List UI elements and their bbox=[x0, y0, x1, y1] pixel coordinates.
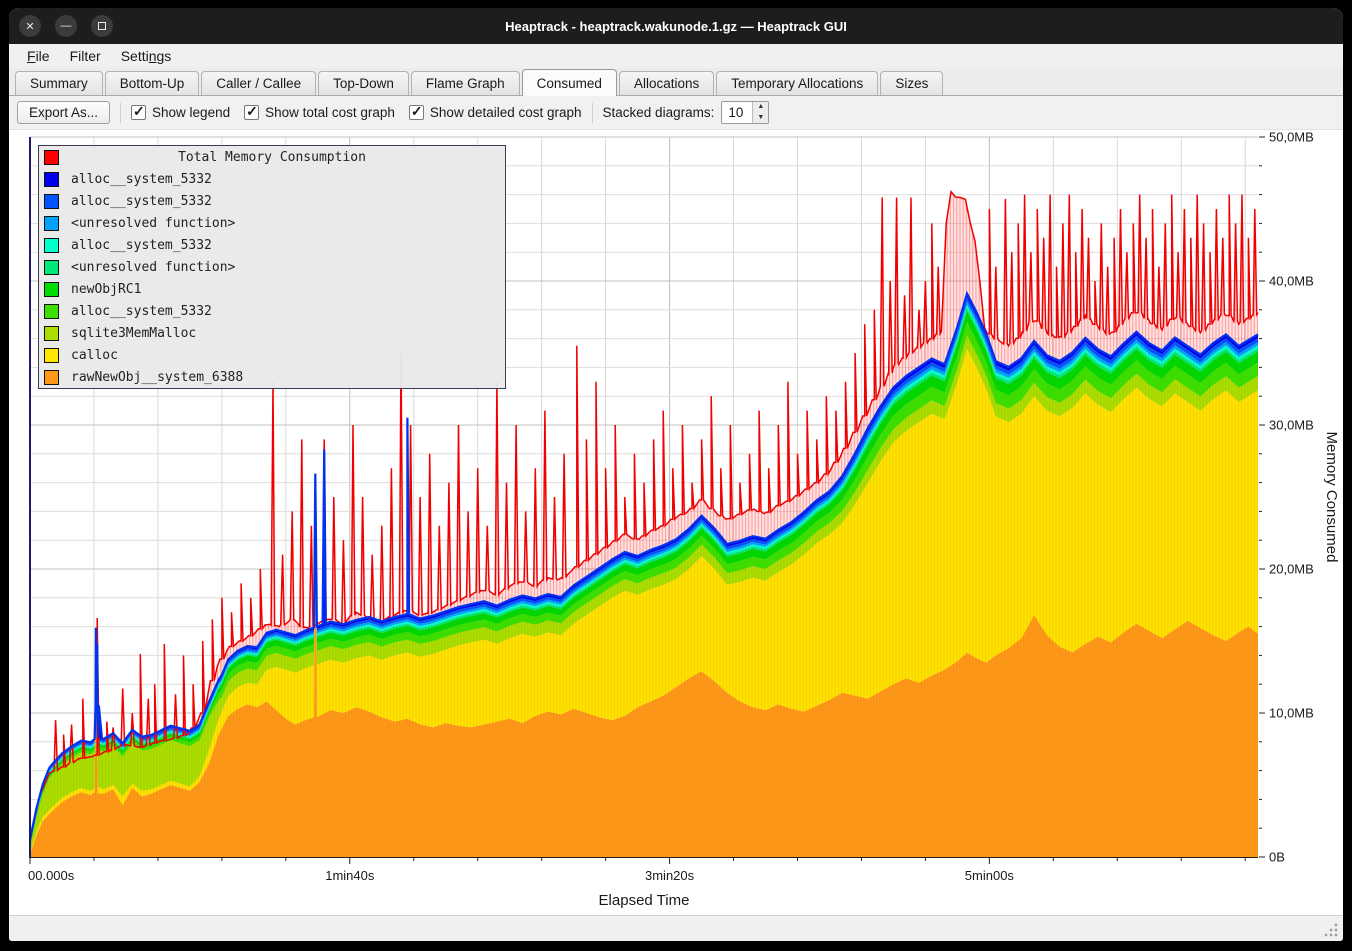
tab-caller-callee[interactable]: Caller / Callee bbox=[201, 71, 316, 95]
tab-flame-graph[interactable]: Flame Graph bbox=[411, 71, 520, 95]
checkbox-label: Show legend bbox=[152, 105, 230, 120]
toolbar-separator bbox=[592, 103, 593, 123]
svg-text:0B: 0B bbox=[1269, 850, 1285, 865]
legend-item: alloc__system_5332 bbox=[39, 190, 505, 212]
maximize-icon bbox=[98, 22, 106, 30]
spinner-value[interactable]: 10 bbox=[722, 102, 752, 123]
memory-consumption-chart[interactable]: 00.000s 1min40s 3min20s 5min00s 0B 10,0MB 20,0… bbox=[9, 130, 1343, 915]
tab-bottom-up[interactable]: Bottom-Up bbox=[105, 71, 200, 95]
legend-item: alloc__system_5332 bbox=[39, 234, 505, 256]
maximize-button[interactable] bbox=[91, 15, 113, 37]
legend-item: alloc__system_5332 bbox=[39, 300, 505, 322]
svg-text:1min40s: 1min40s bbox=[325, 868, 375, 883]
tab-allocations[interactable]: Allocations bbox=[619, 71, 714, 95]
checkmark-icon[interactable] bbox=[131, 105, 146, 120]
legend-item: alloc__system_5332 bbox=[39, 168, 505, 190]
status-bar bbox=[9, 915, 1343, 941]
legend-label: newObjRC1 bbox=[71, 282, 141, 297]
svg-text:30,0MB: 30,0MB bbox=[1269, 418, 1314, 433]
menu-filter[interactable]: Filter bbox=[60, 46, 111, 66]
legend-label: alloc__system_5332 bbox=[71, 304, 212, 319]
minimize-button[interactable]: — bbox=[55, 15, 77, 37]
legend-swatch bbox=[44, 194, 59, 209]
stacked-diagrams-label: Stacked diagrams: bbox=[603, 105, 715, 120]
checkbox-show-legend[interactable]: Show legend bbox=[131, 105, 230, 120]
legend-item: newObjRC1 bbox=[39, 278, 505, 300]
tab-temporary-allocations[interactable]: Temporary Allocations bbox=[716, 71, 878, 95]
legend-swatch bbox=[44, 216, 59, 231]
legend-swatch bbox=[44, 304, 59, 319]
app-window: ✕ — Heaptrack - heaptrack.wakunode.1.gz … bbox=[9, 8, 1343, 941]
svg-text:10,0MB: 10,0MB bbox=[1269, 706, 1314, 721]
legend-swatch bbox=[44, 370, 59, 385]
toolbar: Export As... Show legend Show total cost … bbox=[9, 96, 1343, 130]
tab-bar: SummaryBottom-UpCaller / CalleeTop-DownF… bbox=[9, 68, 1343, 96]
legend-label: <unresolved function> bbox=[71, 216, 235, 231]
checkbox-label: Show detailed cost graph bbox=[430, 105, 582, 120]
svg-text:5min00s: 5min00s bbox=[965, 868, 1015, 883]
legend-item: calloc bbox=[39, 344, 505, 366]
checkbox-show-total-cost-graph[interactable]: Show total cost graph bbox=[244, 105, 395, 120]
legend-swatch bbox=[44, 326, 59, 341]
legend-item: Total Memory Consumption bbox=[39, 146, 505, 168]
checkbox-label: Show total cost graph bbox=[265, 105, 395, 120]
stacked-diagrams-spinner[interactable]: 10 ▲ ▼ bbox=[721, 101, 769, 124]
legend-swatch bbox=[44, 348, 59, 363]
chart-legend: Total Memory Consumption alloc__system_53… bbox=[38, 145, 506, 389]
window-title: Heaptrack - heaptrack.wakunode.1.gz — He… bbox=[9, 19, 1343, 34]
spinner-up-icon[interactable]: ▲ bbox=[753, 102, 768, 113]
svg-text:00.000s: 00.000s bbox=[28, 868, 75, 883]
tab-top-down[interactable]: Top-Down bbox=[318, 71, 409, 95]
legend-label: sqlite3MemMalloc bbox=[71, 326, 196, 341]
toolbar-separator bbox=[120, 103, 121, 123]
checkmark-icon[interactable] bbox=[244, 105, 259, 120]
close-button[interactable]: ✕ bbox=[19, 15, 41, 37]
resize-grip-icon[interactable] bbox=[1323, 922, 1339, 938]
title-bar: ✕ — Heaptrack - heaptrack.wakunode.1.gz … bbox=[9, 8, 1343, 44]
legend-item: rawNewObj__system_6388 bbox=[39, 366, 505, 388]
svg-text:40,0MB: 40,0MB bbox=[1269, 274, 1314, 289]
tab-consumed[interactable]: Consumed bbox=[522, 69, 617, 96]
svg-text:50,0MB: 50,0MB bbox=[1269, 130, 1314, 145]
legend-label: calloc bbox=[71, 348, 118, 363]
legend-swatch bbox=[44, 282, 59, 297]
tab-sizes[interactable]: Sizes bbox=[880, 71, 943, 95]
spinner-down-icon[interactable]: ▼ bbox=[753, 113, 768, 124]
legend-label: alloc__system_5332 bbox=[71, 238, 212, 253]
legend-swatch bbox=[44, 238, 59, 253]
tab-summary[interactable]: Summary bbox=[15, 71, 103, 95]
legend-item: sqlite3MemMalloc bbox=[39, 322, 505, 344]
menu-bar: FileFilterSettings bbox=[9, 44, 1343, 68]
menu-settings[interactable]: Settings bbox=[111, 46, 182, 66]
export-as-button[interactable]: Export As... bbox=[17, 101, 110, 124]
svg-text:20,0MB: 20,0MB bbox=[1269, 562, 1314, 577]
menu-file[interactable]: File bbox=[17, 46, 60, 66]
legend-item: <unresolved function> bbox=[39, 256, 505, 278]
checkmark-icon[interactable] bbox=[409, 105, 424, 120]
legend-swatch bbox=[44, 172, 59, 187]
legend-label: rawNewObj__system_6388 bbox=[71, 370, 243, 385]
legend-title: Total Memory Consumption bbox=[39, 150, 505, 165]
legend-label: alloc__system_5332 bbox=[71, 172, 212, 187]
legend-swatch bbox=[44, 260, 59, 275]
svg-text:Elapsed Time: Elapsed Time bbox=[599, 892, 690, 909]
checkbox-show-detailed-cost-graph[interactable]: Show detailed cost graph bbox=[409, 105, 582, 120]
svg-text:Memory Consumed: Memory Consumed bbox=[1323, 432, 1340, 563]
legend-label: alloc__system_5332 bbox=[71, 194, 212, 209]
svg-text:3min20s: 3min20s bbox=[645, 868, 695, 883]
legend-item: <unresolved function> bbox=[39, 212, 505, 234]
legend-label: <unresolved function> bbox=[71, 260, 235, 275]
